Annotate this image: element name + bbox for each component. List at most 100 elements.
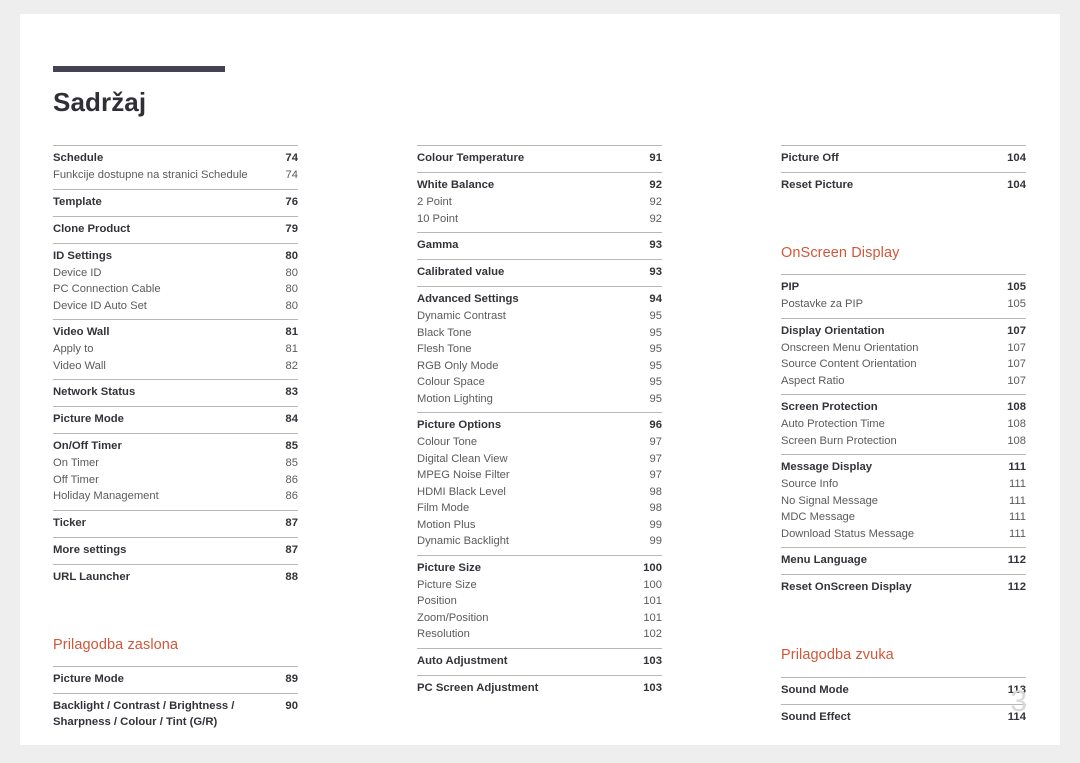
toc-entry-heading[interactable]: Advanced Settings 94	[417, 291, 662, 308]
toc-entry-sub[interactable]: Video Wall 82	[53, 358, 298, 375]
toc-entry-heading[interactable]: Calibrated value 93	[417, 264, 662, 281]
toc-entry-sub[interactable]: Resolution 102	[417, 626, 662, 643]
toc-entry-heading[interactable]: Network Status 83	[53, 384, 298, 401]
toc-group: Backlight / Contrast / Brightness / Shar…	[53, 692, 298, 735]
toc-entry-heading[interactable]: Reset OnScreen Display 112	[781, 579, 1026, 596]
toc-entry-label: Source Info	[781, 478, 839, 491]
toc-entry-label: No Signal Message	[781, 494, 879, 507]
toc-entry-heading[interactable]: PC Screen Adjustment 103	[417, 680, 662, 697]
toc-entry-heading[interactable]: More settings 87	[53, 542, 298, 559]
toc-entry-sub[interactable]: Download Status Message 111	[781, 526, 1026, 543]
toc-group: PIP 105 Postavke za PIP 105	[781, 274, 1026, 318]
toc-entry-sub[interactable]: Postavke za PIP 105	[781, 296, 1026, 313]
toc-entry-sub[interactable]: 10 Point 92	[417, 211, 662, 228]
toc-entry-label: Source Content Orientation	[781, 358, 917, 371]
toc-entry-sub[interactable]: Colour Space 95	[417, 374, 662, 391]
toc-entry-sub[interactable]: Flesh Tone 95	[417, 341, 662, 358]
toc-entry-heading[interactable]: Menu Language 112	[781, 552, 1026, 569]
toc-entry-page-number: 111	[1008, 478, 1026, 491]
toc-entry-sub[interactable]: Device ID 80	[53, 265, 298, 282]
toc-entry-heading[interactable]: Reset Picture 104	[781, 177, 1026, 194]
toc-group: Video Wall 81 Apply to 81 Video Wall 82	[53, 319, 298, 379]
toc-entry-heading[interactable]: Picture Mode 89	[53, 671, 298, 688]
toc-entry-heading[interactable]: Template 76	[53, 194, 298, 211]
toc-entry-heading[interactable]: Schedule 74	[53, 150, 298, 167]
toc-entry-sub[interactable]: Aspect Ratio 107	[781, 373, 1026, 390]
toc-entry-label: Backlight / Contrast / Brightness / Shar…	[53, 699, 235, 728]
toc-entry-sub[interactable]: PC Connection Cable 80	[53, 281, 298, 298]
toc-entry-page-number: 101	[643, 611, 662, 624]
toc-entry-label: Digital Clean View	[417, 452, 508, 465]
toc-entry-heading[interactable]: Video Wall 81	[53, 324, 298, 341]
toc-entry-heading[interactable]: Gamma 93	[417, 237, 662, 254]
toc-entry-heading[interactable]: Picture Options 96	[417, 417, 662, 434]
toc-entry-sub[interactable]: Digital Clean View 97	[417, 451, 662, 468]
toc-entry-heading[interactable]: Ticker 87	[53, 515, 298, 532]
toc-entry-heading[interactable]: Picture Off 104	[781, 150, 1026, 167]
toc-entry-page-number: 97	[649, 436, 662, 448]
toc-entry-heading[interactable]: On/Off Timer 85	[53, 438, 298, 455]
toc-entry-sub[interactable]: Off Timer 86	[53, 472, 298, 489]
toc-entry-page-number: 84	[285, 413, 298, 425]
toc-entry-label: Colour Temperature	[417, 152, 525, 164]
toc-entry-sub[interactable]: Apply to 81	[53, 341, 298, 358]
toc-entry-sub[interactable]: HDMI Black Level 98	[417, 484, 662, 501]
toc-entry-sub[interactable]: Position 101	[417, 593, 662, 610]
toc-entry-sub[interactable]: Device ID Auto Set 80	[53, 298, 298, 315]
toc-entry-sub[interactable]: Dynamic Contrast 95	[417, 308, 662, 325]
toc-entry-heading[interactable]: Colour Temperature 91	[417, 150, 662, 167]
toc-entry-label: Onscreen Menu Orientation	[781, 341, 919, 354]
toc-entry-heading[interactable]: White Balance 92	[417, 177, 662, 194]
toc-entry-heading[interactable]: Screen Protection 108	[781, 399, 1026, 416]
toc-entry-sub[interactable]: Motion Plus 99	[417, 517, 662, 534]
toc-entry-sub[interactable]: Holiday Management 86	[53, 488, 298, 505]
toc-entry-sub[interactable]: Source Info 111	[781, 476, 1026, 493]
toc-entry-sub[interactable]: Source Content Orientation 107	[781, 356, 1026, 373]
toc-entry-label: Dynamic Contrast	[417, 310, 506, 322]
toc-entry-page-number: 95	[649, 359, 662, 372]
toc-entry-sub[interactable]: Motion Lighting 95	[417, 391, 662, 408]
toc-entry-heading[interactable]: Backlight / Contrast / Brightness / Shar…	[53, 698, 298, 730]
toc-entry-sub[interactable]: Zoom/Position 101	[417, 610, 662, 627]
toc-entry-heading[interactable]: Message Display 111	[781, 459, 1026, 476]
toc-entry-heading[interactable]: Picture Mode 84	[53, 411, 298, 428]
toc-entry-sub[interactable]: Onscreen Menu Orientation 107	[781, 340, 1026, 357]
toc-entry-page-number: 87	[285, 543, 298, 556]
toc-entry-sub[interactable]: On Timer 85	[53, 455, 298, 472]
toc-entry-sub[interactable]: MPEG Noise Filter 97	[417, 467, 662, 484]
toc-entry-heading[interactable]: Auto Adjustment 103	[417, 653, 662, 670]
toc-entry-heading[interactable]: PIP 105	[781, 279, 1026, 296]
toc-group: URL Launcher 88	[53, 563, 298, 591]
toc-entry-label: Clone Product	[53, 222, 131, 235]
toc-entry-sub[interactable]: RGB Only Mode 95	[417, 358, 662, 375]
toc-entry-heading[interactable]: ID Settings 80	[53, 248, 298, 265]
toc-entry-sub[interactable]: Funkcije dostupne na stranici Schedule 74	[53, 167, 298, 184]
toc-entry-label: Schedule	[53, 152, 104, 164]
toc-entry-heading[interactable]: Picture Size 100	[417, 560, 662, 577]
toc-entry-sub[interactable]: Screen Burn Protection 108	[781, 433, 1026, 450]
toc-entry-sub[interactable]: Auto Protection Time 108	[781, 416, 1026, 433]
toc-entry-sub[interactable]: Film Mode 98	[417, 500, 662, 517]
toc-entry-page-number: 104	[1007, 179, 1026, 191]
toc-entry-sub[interactable]: Dynamic Backlight 99	[417, 533, 662, 550]
toc-entry-sub[interactable]: No Signal Message 111	[781, 493, 1026, 510]
toc-entry-sub[interactable]: Picture Size 100	[417, 577, 662, 594]
toc-entry-label: More settings	[53, 543, 127, 556]
toc-entry-heading[interactable]: Sound Mode 113	[781, 682, 1026, 699]
toc-entry-page-number: 95	[649, 392, 662, 405]
toc-entry-sub[interactable]: 2 Point 92	[417, 194, 662, 211]
toc-entry-sub[interactable]: Colour Tone 97	[417, 434, 662, 451]
toc-entry-sub[interactable]: Black Tone 95	[417, 325, 662, 342]
toc-entry-label: Ticker	[53, 516, 87, 529]
toc-entry-sub[interactable]: MDC Message 111	[781, 509, 1026, 526]
toc-entry-page-number: 90	[285, 699, 298, 712]
toc-entry-heading[interactable]: Display Orientation 107	[781, 323, 1026, 340]
toc-entry-heading[interactable]: Sound Effect 114	[781, 709, 1026, 726]
toc-entry-label: Gamma	[417, 239, 459, 251]
vertical-spacer	[53, 591, 298, 637]
toc-entry-heading[interactable]: Clone Product 79	[53, 221, 298, 238]
toc-entry-label: Film Mode	[417, 502, 470, 514]
toc-entry-label: Picture Off	[781, 152, 839, 164]
toc-entry-page-number: 80	[285, 299, 298, 312]
toc-entry-heading[interactable]: URL Launcher 88	[53, 569, 298, 586]
